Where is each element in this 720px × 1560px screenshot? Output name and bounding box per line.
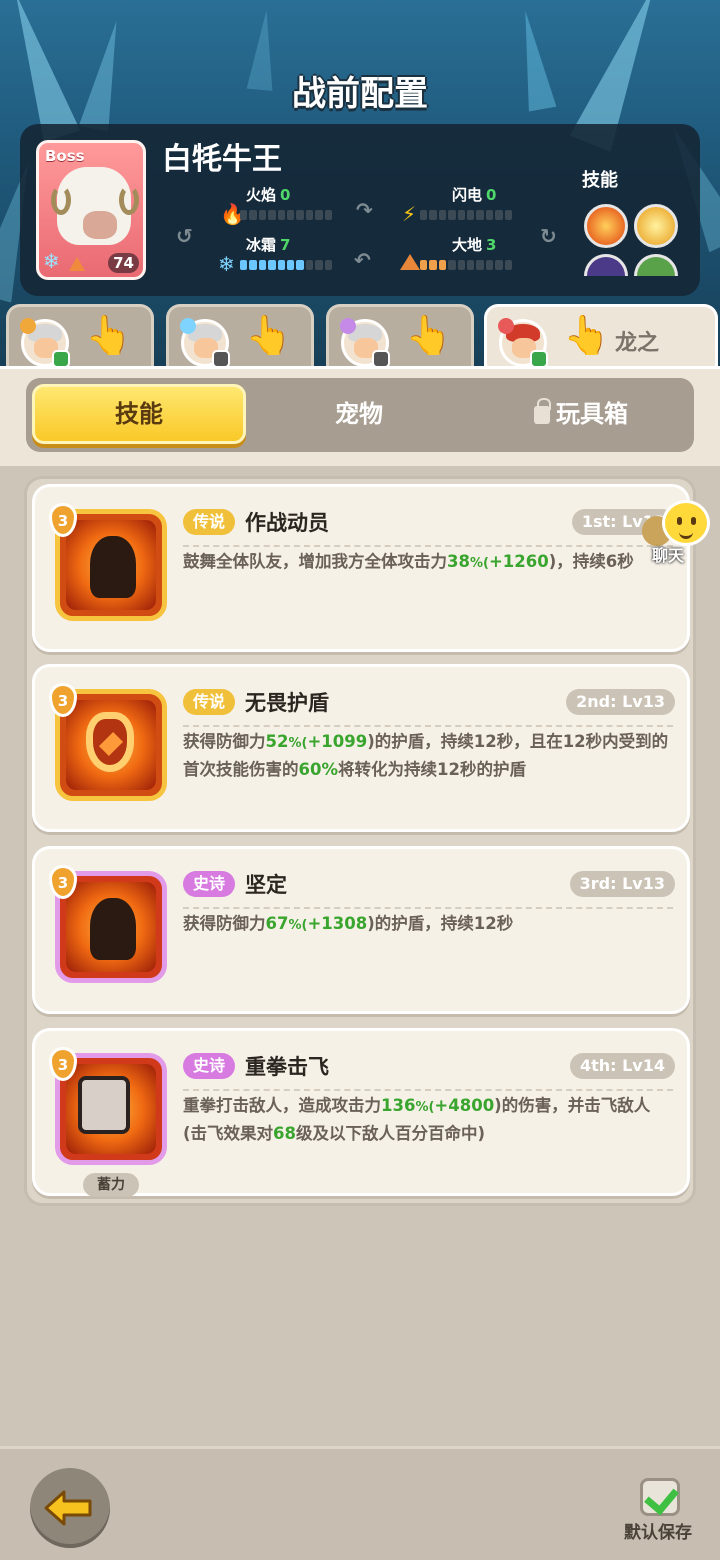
swap-arrow-icon: ↷ xyxy=(356,198,373,222)
character-tab-label: 龙之 xyxy=(615,331,660,356)
earth-bar xyxy=(420,260,513,270)
chat-button[interactable]: 聊天 xyxy=(640,500,712,565)
segmented-control: 技能 宠物 玩具箱 xyxy=(26,378,694,452)
skill-description: 重拳打击敌人，造成攻击力136%(+4800)的伤害，并击飞敌人(击飞效果对68… xyxy=(183,1096,651,1143)
skill-card[interactable]: 3 史诗 坚定 3rd: Lv13 获得防御力67%(+1308)的护盾，持续1… xyxy=(32,846,690,1014)
yak-image xyxy=(51,167,139,245)
rarity-badge: 史诗 xyxy=(183,1053,236,1079)
boss-info-panel: Boss ❄ 74 白牦牛王 🔥 火焰 0 ⚡ 闪电 0 ❄ 冰霜 7 大地 3 ↺ ↷… xyxy=(20,124,700,296)
hero-avatar xyxy=(498,318,548,368)
boss-skill-nature-icon[interactable] xyxy=(634,254,678,276)
frost-icon: ❄ xyxy=(218,252,235,276)
lightning-icon: ⚡ xyxy=(402,202,417,226)
earth-icon xyxy=(400,254,420,270)
character-tab-1[interactable]: 👆 xyxy=(6,304,154,370)
skill-name: 重拳击飞 xyxy=(245,1055,329,1079)
smiley-icon xyxy=(662,500,710,546)
skill-rank: 3rd: Lv13 xyxy=(569,871,675,897)
hand-icon: 👆 xyxy=(85,313,133,357)
tab-pets[interactable]: 宠物 xyxy=(252,384,466,444)
skill-description: 鼓舞全体队友，增加我方全体攻击力38%(+1260)，持续6秒 xyxy=(183,552,634,571)
character-tab-3[interactable]: 👆 xyxy=(326,304,474,370)
fire-bar xyxy=(240,210,333,220)
frost-stat-label: 冰霜 7 xyxy=(246,236,291,254)
earth-icon xyxy=(69,257,85,271)
boss-skills-label: 技能 xyxy=(582,170,618,191)
page-title: 战前配置 xyxy=(292,74,428,114)
fire-stat-label: 火焰 0 xyxy=(246,186,291,204)
lightning-bar xyxy=(420,210,513,220)
lock-icon xyxy=(534,398,551,424)
swap-arrow-icon: ↻ xyxy=(540,224,557,248)
default-save-checkbox[interactable] xyxy=(640,1478,680,1516)
chat-label: 聊天 xyxy=(652,546,685,565)
boss-level: 74 xyxy=(108,253,139,273)
boss-name: 白牦牛王 xyxy=(162,142,282,177)
back-arrow-icon xyxy=(44,1490,92,1526)
hero-avatar xyxy=(340,318,390,368)
skill-name: 坚定 xyxy=(245,873,287,897)
rarity-badge: 传说 xyxy=(183,689,236,715)
skill-name: 作战动员 xyxy=(245,511,329,535)
frost-bar xyxy=(240,260,333,270)
swap-arrow-icon: ↺ xyxy=(176,224,193,248)
skill-card[interactable]: 3 传说 无畏护盾 2nd: Lv13 获得防御力52%(+1099)的护盾，持… xyxy=(32,664,690,832)
tab-toybox[interactable]: 玩具箱 xyxy=(474,384,688,444)
character-tab-4[interactable]: 👆 龙之 xyxy=(484,304,718,370)
boss-portrait[interactable]: Boss ❄ 74 xyxy=(36,140,146,280)
swap-arrow-icon: ↶ xyxy=(354,248,371,272)
skill-card[interactable]: 3 蓄力 史诗 重拳击飞 4th: Lv14 重拳打击敌人，造成攻击力136%(… xyxy=(32,1028,690,1197)
skill-description: 获得防御力52%(+1099)的护盾，持续12秒，且在12秒内受到的首次技能伤害… xyxy=(183,732,669,779)
boss-skill-fire-icon[interactable] xyxy=(584,204,628,248)
back-button[interactable] xyxy=(30,1468,110,1548)
earth-stat-label: 大地 3 xyxy=(452,236,497,254)
hero-avatar xyxy=(180,318,230,368)
character-tab-2[interactable]: 👆 xyxy=(166,304,314,370)
hero-avatar xyxy=(20,318,70,368)
snowflake-icon: ❄ xyxy=(43,249,60,273)
tab-skills[interactable]: 技能 xyxy=(32,384,246,444)
boss-skill-claw-icon[interactable] xyxy=(634,204,678,248)
skill-description: 获得防御力67%(+1308)的护盾，持续12秒 xyxy=(183,914,514,933)
default-save-label: 默认保存 xyxy=(624,1523,692,1543)
hand-icon: 👆 xyxy=(405,313,453,357)
hand-icon: 👆 xyxy=(245,313,293,357)
boss-tag: Boss xyxy=(45,147,85,165)
skill-name: 无畏护盾 xyxy=(245,691,329,715)
hand-icon: 👆 xyxy=(563,313,611,357)
rarity-badge: 史诗 xyxy=(183,871,236,897)
charge-tag: 蓄力 xyxy=(83,1173,139,1197)
skill-rank: 4th: Lv14 xyxy=(569,1053,675,1079)
rarity-badge: 传说 xyxy=(183,509,236,535)
boss-skill-dark-icon[interactable] xyxy=(584,254,628,276)
skill-card[interactable]: 3 传说 作战动员 1st: Lv13 鼓舞全体队友，增加我方全体攻击力38%(… xyxy=(32,484,690,652)
skill-rank: 2nd: Lv13 xyxy=(566,689,675,715)
lightning-stat-label: 闪电 0 xyxy=(452,186,497,204)
